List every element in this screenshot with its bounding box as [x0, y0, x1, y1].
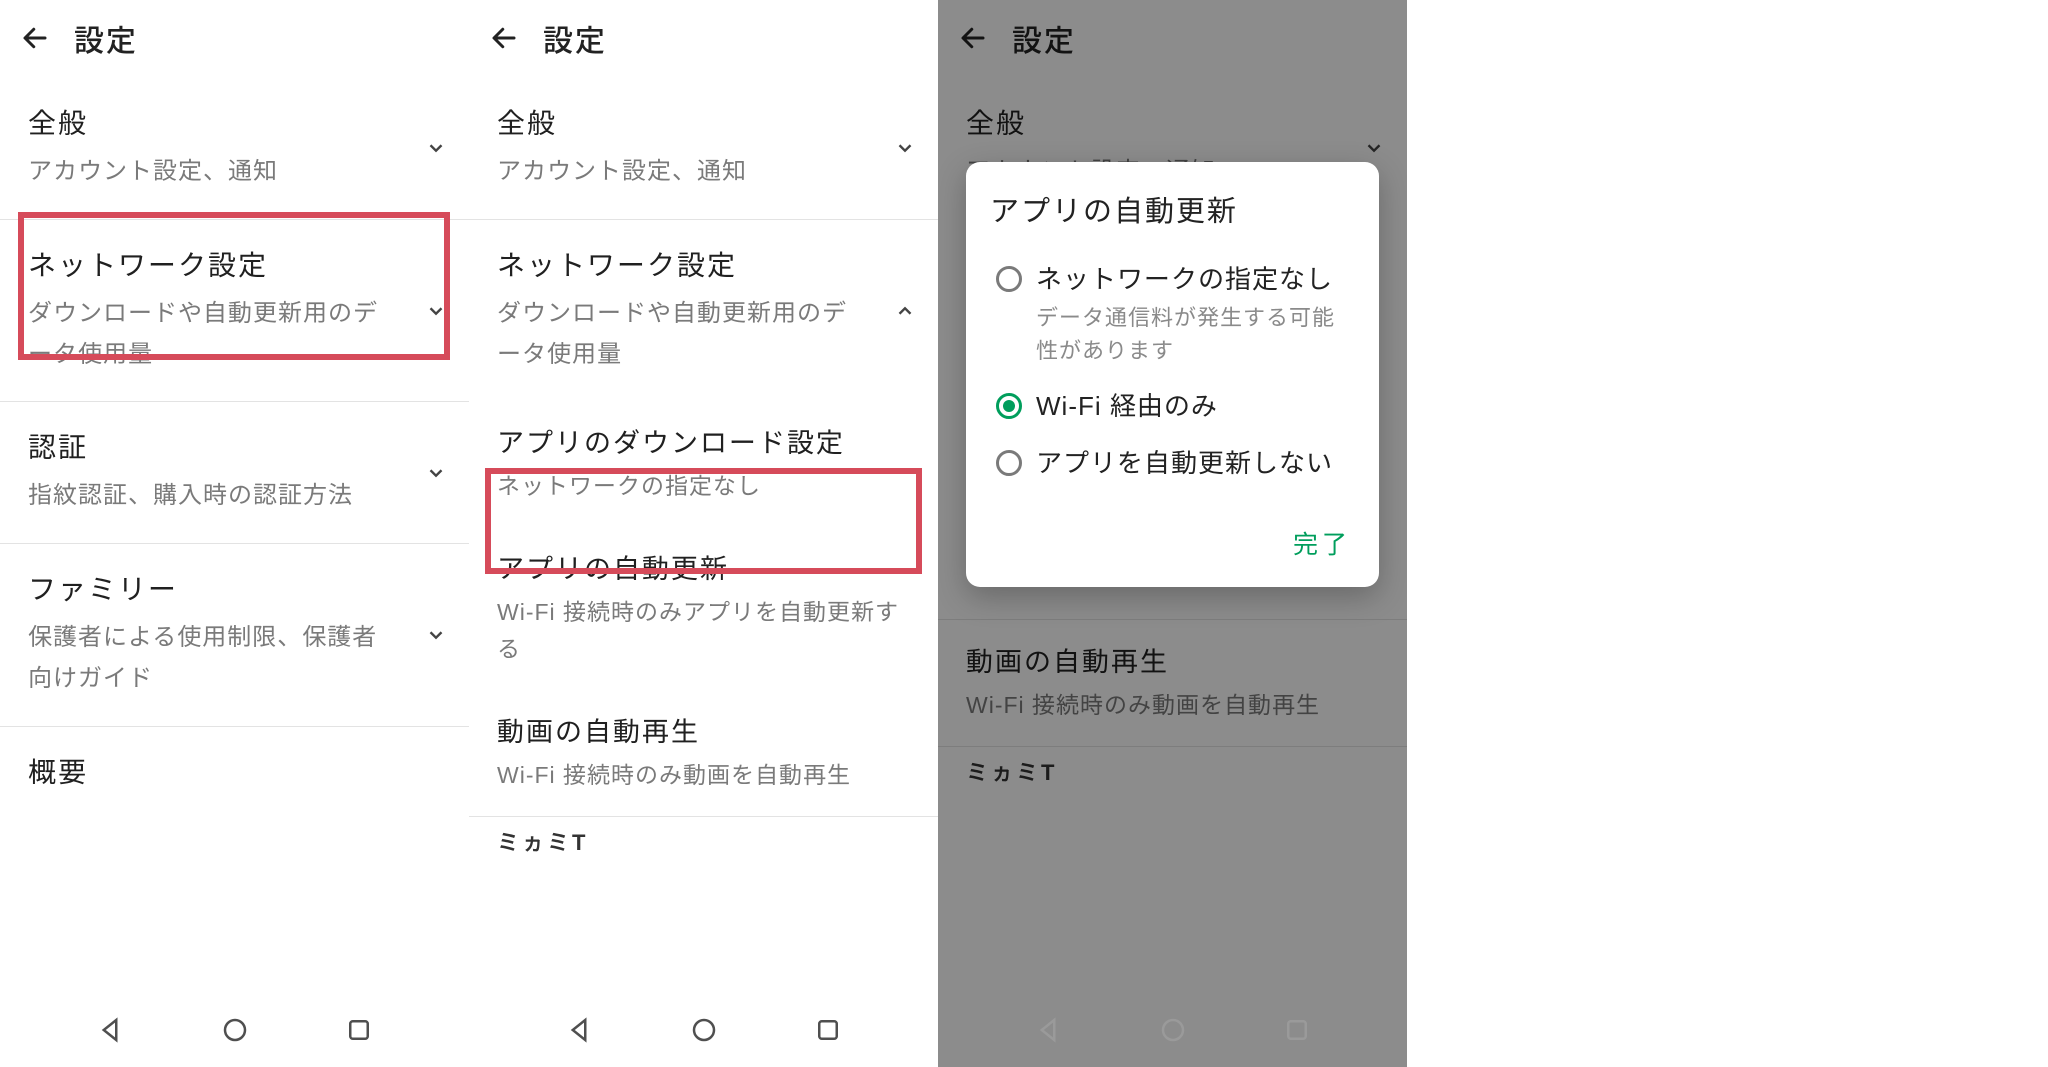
pref-title: 動画の自動再生 [497, 710, 910, 749]
auto-update-dialog: アプリの自動更新 ネットワークの指定なし データ通信料が発生する可能性があります… [966, 162, 1379, 587]
section-title: 全般 [497, 102, 910, 142]
back-arrow-icon[interactable] [958, 23, 988, 53]
cutoff-text: ミヵミT [938, 746, 1407, 789]
radio-option-wifi-only[interactable]: Wi-Fi 経由のみ [994, 379, 1359, 436]
radio-label: Wi-Fi 経由のみ [1036, 389, 1218, 424]
section-title: ファミリー [28, 568, 441, 608]
cutoff-text: ミヵミT [469, 816, 938, 859]
chevron-down-icon [894, 137, 916, 159]
nav-recent-square-icon[interactable] [813, 1015, 843, 1045]
section-subtitle: アカウント設定、通知 [28, 152, 398, 193]
section-network-expanded[interactable]: ネットワーク設定 ダウンロードや自動更新用のデータ使用量 [469, 220, 938, 402]
pref-auto-update[interactable]: アプリの自動更新 Wi-Fi 接続時のみアプリを自動更新する [469, 527, 938, 690]
radio-note: データ通信料が発生する可能性があります [1036, 301, 1357, 367]
chevron-down-icon [425, 462, 447, 484]
section-subtitle: ダウンロードや自動更新用のデータ使用量 [497, 294, 867, 376]
page-title: 設定 [543, 16, 607, 60]
section-title: ネットワーク設定 [28, 244, 441, 284]
app-bar: 設定 [0, 0, 469, 78]
pref-subtitle: ネットワークの指定なし [497, 468, 910, 505]
nav-home-circle-icon[interactable] [220, 1015, 250, 1045]
app-bar: 設定 [469, 0, 938, 78]
pref-app-download[interactable]: アプリのダウンロード設定 ネットワークの指定なし [469, 401, 938, 527]
pref-subtitle: Wi-Fi 接続時のみアプリを自動更新する [497, 594, 910, 668]
dialog-actions: 完了 [990, 515, 1359, 571]
back-arrow-icon[interactable] [489, 23, 519, 53]
nav-recent-square-icon[interactable] [1282, 1015, 1312, 1045]
radio-option-any-network[interactable]: ネットワークの指定なし データ通信料が発生する可能性があります [994, 252, 1359, 379]
settings-panel-1: 設定 全般 アカウント設定、通知 ネットワーク設定 ダウンロードや自動更新用のデ… [0, 0, 469, 1067]
android-nav-bar [469, 993, 938, 1067]
chevron-down-icon [425, 300, 447, 322]
panel1-content: 設定 全般 アカウント設定、通知 ネットワーク設定 ダウンロードや自動更新用のデ… [0, 0, 469, 1067]
page-title: 設定 [1012, 16, 1076, 60]
section-subtitle: ダウンロードや自動更新用のデータ使用量 [28, 294, 398, 376]
android-nav-bar [0, 993, 469, 1067]
settings-panel-2: 設定 全般 アカウント設定、通知 ネットワーク設定 ダウンロードや自動更新用のデ… [469, 0, 938, 1067]
section-general[interactable]: 全般 アカウント設定、通知 [469, 78, 938, 220]
whitespace [1407, 0, 2048, 1067]
section-title: 全般 [28, 102, 441, 142]
panel2-content: 設定 全般 アカウント設定、通知 ネットワーク設定 ダウンロードや自動更新用のデ… [469, 0, 938, 1067]
section-general[interactable]: 全般 アカウント設定、通知 [0, 78, 469, 220]
chevron-up-icon [894, 300, 916, 322]
section-about[interactable]: 概要 [0, 727, 469, 827]
nav-recent-square-icon[interactable] [344, 1015, 374, 1045]
nav-home-circle-icon[interactable] [689, 1015, 719, 1045]
page-title: 設定 [74, 16, 138, 60]
chevron-down-icon [425, 137, 447, 159]
section-subtitle: 保護者による使用制限、保護者向けガイド [28, 618, 398, 700]
nav-back-triangle-icon[interactable] [1033, 1015, 1063, 1045]
section-subtitle: アカウント設定、通知 [497, 152, 867, 193]
section-title: ネットワーク設定 [497, 244, 910, 284]
chevron-down-icon [1363, 137, 1385, 159]
radio-label: ネットワークの指定なし [1036, 262, 1357, 297]
done-button[interactable]: 完了 [1285, 515, 1359, 571]
chevron-down-icon [425, 624, 447, 646]
section-title: 概要 [28, 751, 441, 791]
radio-label: アプリを自動更新しない [1036, 446, 1333, 481]
section-network[interactable]: ネットワーク設定 ダウンロードや自動更新用のデータ使用量 [0, 220, 469, 403]
section-title: 全般 [966, 102, 1379, 142]
pref-subtitle: Wi-Fi 接続時のみ動画を自動再生 [497, 757, 910, 794]
radio-icon [996, 393, 1022, 419]
section-title: 認証 [28, 426, 441, 466]
nav-back-triangle-icon[interactable] [564, 1015, 594, 1045]
pref-title: アプリのダウンロード設定 [497, 421, 910, 460]
section-subtitle: 指紋認証、購入時の認証方法 [28, 476, 398, 517]
section-family[interactable]: ファミリー 保護者による使用制限、保護者向けガイド [0, 544, 469, 727]
nav-back-triangle-icon[interactable] [95, 1015, 125, 1045]
android-nav-bar [938, 993, 1407, 1067]
nav-home-circle-icon[interactable] [1158, 1015, 1188, 1045]
pref-subtitle: Wi-Fi 接続時のみ動画を自動再生 [966, 687, 1379, 724]
radio-option-no-auto-update[interactable]: アプリを自動更新しない [994, 436, 1359, 493]
back-arrow-icon[interactable] [20, 23, 50, 53]
pref-title: 動画の自動再生 [966, 640, 1379, 679]
settings-panel-3: 設定 全般 アカウント設定、通知 動画の自動再生 Wi-Fi 接続時のみ動画を自… [938, 0, 1407, 1067]
pref-title: アプリの自動更新 [497, 547, 910, 586]
pref-video-autoplay[interactable]: 動画の自動再生 Wi-Fi 接続時のみ動画を自動再生 [469, 690, 938, 816]
dialog-title: アプリの自動更新 [990, 188, 1359, 230]
pref-video-autoplay[interactable]: 動画の自動再生 Wi-Fi 接続時のみ動画を自動再生 [938, 619, 1407, 746]
app-bar: 設定 [938, 0, 1407, 78]
radio-icon [996, 266, 1022, 292]
radio-icon [996, 450, 1022, 476]
section-auth[interactable]: 認証 指紋認証、購入時の認証方法 [0, 402, 469, 544]
